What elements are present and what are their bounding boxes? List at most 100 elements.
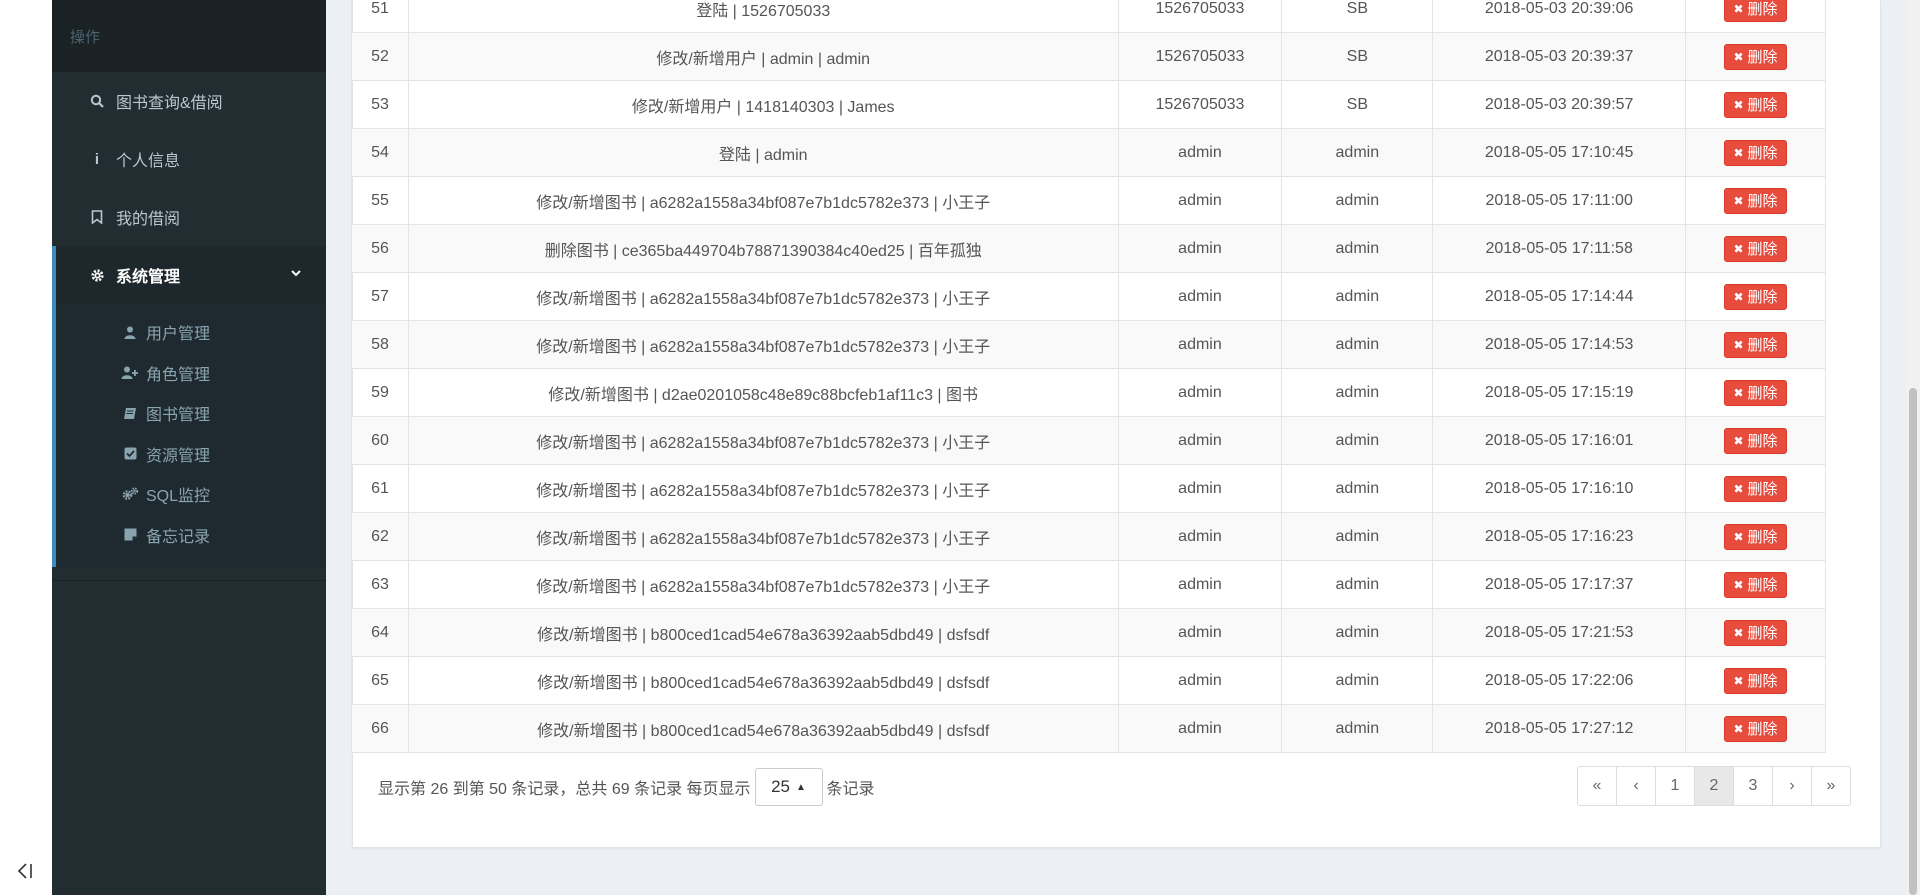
page-next-button[interactable]: › bbox=[1772, 766, 1812, 806]
row-timestamp: 2018-05-05 17:15:19 bbox=[1432, 368, 1687, 417]
row-id: 65 bbox=[351, 656, 409, 705]
page-last-button[interactable]: » bbox=[1811, 766, 1851, 806]
row-account: admin bbox=[1117, 704, 1283, 753]
row-id: 64 bbox=[351, 608, 409, 657]
sidebar-subitem-label: 角色管理 bbox=[146, 366, 211, 384]
row-account: admin bbox=[1117, 656, 1283, 705]
page-scrollbar[interactable] bbox=[1906, 0, 1920, 895]
row-username: admin bbox=[1281, 272, 1434, 321]
sidebar-item-system-admin[interactable]: 系统管理 bbox=[52, 246, 326, 304]
sidebar-item-label: 我的借阅 bbox=[116, 211, 181, 228]
page-prev-button[interactable]: ‹ bbox=[1616, 766, 1656, 806]
delete-label: 删除 bbox=[1747, 529, 1778, 546]
sidebar-item-profile[interactable]: i 个人信息 bbox=[52, 130, 326, 188]
row-description: 修改/新增图书 | a6282a1558a34bf087e7b1dc5782e3… bbox=[407, 320, 1119, 369]
row-description: 修改/新增图书 | b800ced1cad54e678a36392aab5dbd… bbox=[407, 656, 1119, 705]
delete-button[interactable]: ✖ 删除 bbox=[1724, 91, 1787, 118]
close-icon: ✖ bbox=[1733, 529, 1744, 544]
delete-button[interactable]: ✖ 删除 bbox=[1724, 379, 1787, 406]
delete-button[interactable]: ✖ 删除 bbox=[1724, 139, 1787, 166]
table-row: 54 登陆 | admin admin admin 2018-05-05 17:10:4… bbox=[351, 128, 1826, 177]
delete-button[interactable]: ✖ 删除 bbox=[1724, 427, 1787, 454]
row-id: 60 bbox=[351, 416, 409, 465]
delete-button[interactable]: ✖ 删除 bbox=[1724, 235, 1787, 262]
page-button-1[interactable]: 1 bbox=[1655, 766, 1695, 806]
sticky-note-icon bbox=[120, 528, 140, 541]
delete-label: 删除 bbox=[1747, 433, 1778, 450]
row-username: admin bbox=[1281, 464, 1434, 513]
table-row: 57 修改/新增图书 | a6282a1558a34bf087e7b1dc5782… bbox=[351, 272, 1826, 321]
sidebar-subitem-book-admin[interactable]: 图书管理 bbox=[56, 393, 326, 434]
row-description: 登陆 | 1526705033 bbox=[407, 0, 1119, 33]
delete-button[interactable]: ✖ 删除 bbox=[1724, 43, 1787, 70]
delete-button[interactable]: ✖ 删除 bbox=[1724, 571, 1787, 598]
sidebar-subitem-resource-admin[interactable]: 资源管理 bbox=[56, 434, 326, 475]
delete-button[interactable]: ✖ 删除 bbox=[1724, 0, 1787, 22]
sidebar-subitem-user-admin[interactable]: 用户管理 bbox=[56, 312, 326, 353]
row-username: admin bbox=[1281, 512, 1434, 561]
row-actions: ✖ 删除 bbox=[1685, 512, 1826, 561]
row-actions: ✖ 删除 bbox=[1685, 224, 1826, 273]
delete-button[interactable]: ✖ 删除 bbox=[1724, 283, 1787, 310]
close-icon: ✖ bbox=[1733, 337, 1744, 352]
close-icon: ✖ bbox=[1733, 481, 1744, 496]
delete-label: 删除 bbox=[1747, 721, 1778, 738]
sidebar-item-book-search[interactable]: 图书查询&借阅 bbox=[52, 72, 326, 130]
delete-label: 删除 bbox=[1747, 49, 1778, 66]
table-row: 61 修改/新增图书 | a6282a1558a34bf087e7b1dc5782… bbox=[351, 464, 1826, 513]
delete-label: 删除 bbox=[1747, 577, 1778, 594]
table-row: 64 修改/新增图书 | b800ced1cad54e678a36392aab5d… bbox=[351, 608, 1826, 657]
row-timestamp: 2018-05-05 17:22:06 bbox=[1432, 656, 1687, 705]
delete-button[interactable]: ✖ 删除 bbox=[1724, 715, 1787, 742]
close-icon: ✖ bbox=[1733, 289, 1744, 304]
book-icon bbox=[120, 407, 140, 420]
row-actions: ✖ 删除 bbox=[1685, 368, 1826, 417]
row-timestamp: 2018-05-05 17:17:37 bbox=[1432, 560, 1687, 609]
row-actions: ✖ 删除 bbox=[1685, 32, 1826, 81]
page-size-value: 25 bbox=[771, 777, 791, 796]
row-timestamp: 2018-05-03 20:39:37 bbox=[1432, 32, 1687, 81]
caret-up-icon: ▲ bbox=[796, 781, 806, 793]
row-timestamp: 2018-05-05 17:16:10 bbox=[1432, 464, 1687, 513]
row-timestamp: 2018-05-03 20:39:06 bbox=[1432, 0, 1687, 33]
row-timestamp: 2018-05-05 17:16:23 bbox=[1432, 512, 1687, 561]
sidebar-subitem-memo[interactable]: 备忘记录 bbox=[56, 515, 326, 556]
cogs-icon bbox=[120, 487, 140, 501]
close-icon: ✖ bbox=[1733, 385, 1744, 400]
row-username: admin bbox=[1281, 560, 1434, 609]
row-timestamp: 2018-05-05 17:11:58 bbox=[1432, 224, 1687, 273]
table-row: 53 修改/新增用户 | 1418140303 | James 1526705033… bbox=[351, 80, 1826, 129]
scrollbar-thumb[interactable] bbox=[1909, 388, 1917, 895]
sidebar-subitem-sql-monitor[interactable]: SQL监控 bbox=[56, 474, 326, 515]
page-button-3[interactable]: 3 bbox=[1733, 766, 1773, 806]
info-icon: i bbox=[94, 150, 100, 168]
sidebar-item-my-borrow[interactable]: 我的借阅 bbox=[52, 188, 326, 246]
delete-button[interactable]: ✖ 删除 bbox=[1724, 667, 1787, 694]
row-description: 登陆 | admin bbox=[407, 128, 1119, 177]
row-actions: ✖ 删除 bbox=[1685, 176, 1826, 225]
row-username: SB bbox=[1281, 0, 1434, 33]
close-icon: ✖ bbox=[1733, 433, 1744, 448]
row-username: admin bbox=[1281, 128, 1434, 177]
delete-button[interactable]: ✖ 删除 bbox=[1724, 187, 1787, 214]
close-icon: ✖ bbox=[1733, 241, 1744, 256]
page-size-select[interactable]: 25 ▲ bbox=[754, 768, 823, 806]
delete-button[interactable]: ✖ 删除 bbox=[1724, 475, 1787, 502]
table-row: 62 修改/新增图书 | a6282a1558a34bf087e7b1dc5782… bbox=[351, 512, 1826, 561]
page-button-2[interactable]: 2 bbox=[1694, 766, 1734, 806]
page-first-button[interactable]: « bbox=[1577, 766, 1617, 806]
table-row: 60 修改/新增图书 | a6282a1558a34bf087e7b1dc5782… bbox=[351, 416, 1826, 465]
sidebar-subitem-role-admin[interactable]: 角色管理 bbox=[56, 353, 326, 394]
row-actions: ✖ 删除 bbox=[1685, 704, 1826, 753]
sidebar-subitem-label: 备忘记录 bbox=[146, 528, 211, 546]
system-admin-submenu: 用户管理 角色管理 图书管理 资源管理 SQL监控 备忘记录 bbox=[52, 304, 326, 567]
delete-label: 删除 bbox=[1747, 673, 1778, 690]
row-account: 1526705033 bbox=[1117, 80, 1283, 129]
row-actions: ✖ 删除 bbox=[1685, 128, 1826, 177]
delete-button[interactable]: ✖ 删除 bbox=[1724, 331, 1787, 358]
delete-button[interactable]: ✖ 删除 bbox=[1724, 619, 1787, 646]
row-account: admin bbox=[1117, 464, 1283, 513]
close-icon: ✖ bbox=[1733, 145, 1744, 160]
collapse-sidebar-icon[interactable] bbox=[12, 860, 38, 886]
delete-button[interactable]: ✖ 删除 bbox=[1724, 523, 1787, 550]
